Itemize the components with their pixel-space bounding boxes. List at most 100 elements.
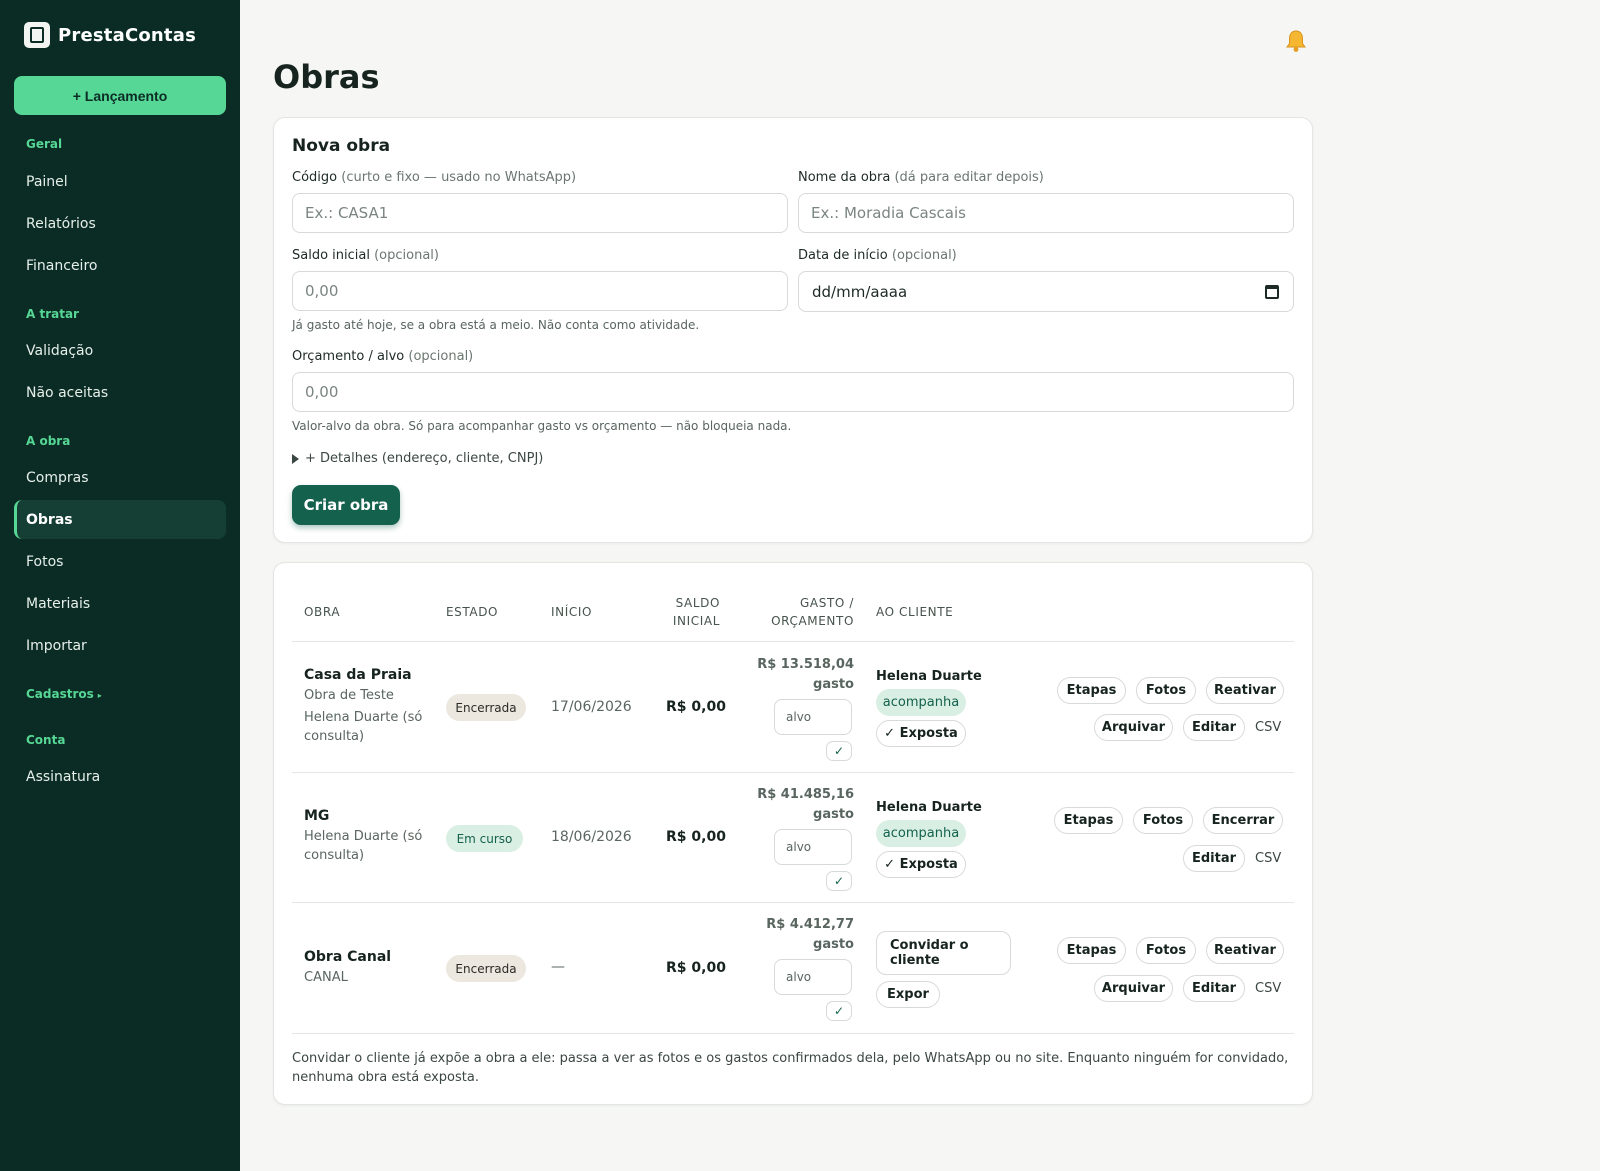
gasto-word: gasto [813, 677, 854, 692]
codigo-hint: (curto e fixo — usado no WhatsApp) [341, 170, 577, 185]
sidebar-item-validacao[interactable]: Validação [14, 331, 226, 370]
divider [292, 772, 1294, 773]
obra-cell: Casa da Praia Obra de Teste Helena Duart… [304, 667, 434, 746]
divider [292, 902, 1294, 903]
etapas-button[interactable]: Etapas [1057, 677, 1126, 704]
gasto-text: R$ 13.518,04 gasto [757, 655, 854, 695]
divider [292, 1033, 1294, 1034]
create-obra-button[interactable]: Criar obra [292, 485, 400, 525]
obra-viewer-cont: consulta) [304, 729, 365, 744]
sidebar-item-painel[interactable]: Painel [14, 162, 226, 201]
page-title: Obras [273, 58, 380, 96]
status-badge: Encerrada [446, 694, 526, 721]
new-launch-button[interactable]: + Lançamento [14, 76, 226, 115]
logo-icon [24, 22, 50, 48]
data-inicio-input[interactable]: dd/mm/aaaa [798, 271, 1294, 312]
gasto-word: gasto [813, 807, 854, 822]
confirm-alvo-button[interactable]: ✓ [826, 871, 852, 891]
obra-name[interactable]: MG [304, 808, 434, 824]
sidebar-item-relatorios[interactable]: Relatórios [14, 204, 226, 243]
editar-button[interactable]: Editar [1183, 714, 1245, 741]
bell-icon[interactable] [1285, 29, 1307, 53]
reativar-button[interactable]: Reativar [1206, 937, 1284, 964]
etapas-button[interactable]: Etapas [1054, 807, 1123, 834]
new-obra-card: Nova obra Código (curto e fixo — usado n… [273, 117, 1313, 543]
data-inicio-value: dd/mm/aaaa [812, 282, 908, 301]
nome-label: Nome da obra (dá para editar depois) [798, 170, 1044, 185]
saldo-value: R$ 0,00 [666, 699, 726, 715]
alvo-input[interactable]: alvo [774, 829, 852, 865]
fotos-button[interactable]: Fotos [1133, 807, 1193, 834]
sidebar-item-importar[interactable]: Importar [14, 626, 226, 665]
nome-label-text: Nome da obra [798, 170, 891, 185]
orcamento-input[interactable] [292, 372, 1294, 412]
arquivar-button[interactable]: Arquivar [1094, 714, 1173, 741]
nome-input[interactable] [798, 193, 1294, 233]
details-toggle[interactable]: + Detalhes (endereço, cliente, CNPJ) [292, 451, 543, 466]
exposta-button[interactable]: ✓ Exposta [876, 851, 966, 878]
exposta-button[interactable]: ✓ Exposta [876, 720, 966, 747]
start-date: 18/06/2026 [551, 829, 632, 845]
orcamento-label: Orçamento / alvo (opcional) [292, 349, 473, 364]
obra-viewer-cont: consulta) [304, 848, 365, 863]
expor-button[interactable]: Expor [876, 981, 940, 1008]
saldo-input[interactable] [292, 271, 788, 311]
col-header-cliente: AO CLIENTE [876, 605, 954, 619]
brand[interactable]: PrestaContas [24, 22, 196, 48]
sidebar-item-materiais[interactable]: Materiais [14, 584, 226, 623]
codigo-input[interactable] [292, 193, 788, 233]
editar-button[interactable]: Editar [1183, 975, 1245, 1002]
confirm-alvo-button[interactable]: ✓ [826, 741, 852, 761]
csv-link[interactable]: CSV [1255, 720, 1281, 735]
csv-link[interactable]: CSV [1255, 981, 1281, 996]
col-header-obra: OBRA [304, 605, 341, 619]
calendar-icon[interactable] [1265, 284, 1279, 299]
obra-subtitle: Obra de Teste [304, 688, 394, 703]
orcamento-hint: (opcional) [408, 349, 474, 364]
editar-button[interactable]: Editar [1183, 845, 1245, 872]
nav-section-cadastros[interactable]: Cadastros ▸ [26, 687, 102, 701]
obra-cell: MG Helena Duarte (só consulta) [304, 808, 434, 865]
data-label: Data de início (opcional) [798, 248, 957, 263]
col-header-inicio: INÍCIO [551, 605, 593, 619]
obra-name[interactable]: Casa da Praia [304, 667, 434, 683]
alvo-input[interactable]: alvo [774, 699, 852, 735]
sidebar-item-assinatura[interactable]: Assinatura [14, 757, 226, 796]
nav-section-a-obra: A obra [26, 434, 71, 448]
fotos-button[interactable]: Fotos [1136, 937, 1196, 964]
sidebar: PrestaContas + Lançamento Geral Painel R… [0, 0, 240, 1171]
sidebar-item-financeiro[interactable]: Financeiro [14, 246, 226, 285]
saldo-value: R$ 0,00 [666, 960, 726, 976]
gasto-cell: R$ 41.485,16 gasto [744, 785, 854, 827]
gasto-text: R$ 41.485,16 gasto [757, 785, 854, 825]
details-label: + Detalhes (endereço, cliente, CNPJ) [305, 451, 544, 466]
obra-code: CANAL [304, 970, 348, 985]
codigo-label-text: Código [292, 170, 338, 185]
sidebar-item-fotos[interactable]: Fotos [14, 542, 226, 581]
obras-table-card: OBRA ESTADO INÍCIO SALDO INICIAL GASTO /… [273, 562, 1313, 1105]
etapas-button[interactable]: Etapas [1057, 937, 1126, 964]
col-header-gasto-line2: ORÇAMENTO [771, 614, 854, 628]
obra-name[interactable]: Obra Canal [304, 949, 434, 965]
alvo-input[interactable]: alvo [774, 959, 852, 995]
sidebar-item-nao-aceitas[interactable]: Não aceitas [14, 373, 226, 412]
reativar-button[interactable]: Reativar [1206, 677, 1284, 704]
sidebar-item-compras[interactable]: Compras [14, 458, 226, 497]
arquivar-button[interactable]: Arquivar [1094, 975, 1173, 1002]
invite-client-button[interactable]: Convidar o cliente [876, 931, 1011, 975]
csv-link[interactable]: CSV [1255, 851, 1281, 866]
saldo-hint: (opcional) [374, 248, 439, 263]
orcamento-help: Valor-alvo da obra. Só para acompanhar g… [292, 419, 792, 433]
fotos-button[interactable]: Fotos [1136, 677, 1196, 704]
encerrar-button[interactable]: Encerrar [1203, 807, 1283, 834]
nome-hint: (dá para editar depois) [894, 170, 1044, 185]
gasto-value: R$ 13.518,04 [757, 657, 854, 672]
saldo-value: R$ 0,00 [666, 829, 726, 845]
confirm-alvo-button[interactable]: ✓ [826, 1001, 852, 1021]
data-hint: (opcional) [891, 248, 957, 263]
client-status-badge: acompanha [876, 820, 966, 847]
col-header-gasto: GASTO / ORÇAMENTO [744, 594, 854, 630]
divider [292, 641, 1294, 642]
col-header-saldo-line2: INICIAL [672, 614, 720, 628]
sidebar-item-obras[interactable]: Obras [14, 500, 226, 539]
